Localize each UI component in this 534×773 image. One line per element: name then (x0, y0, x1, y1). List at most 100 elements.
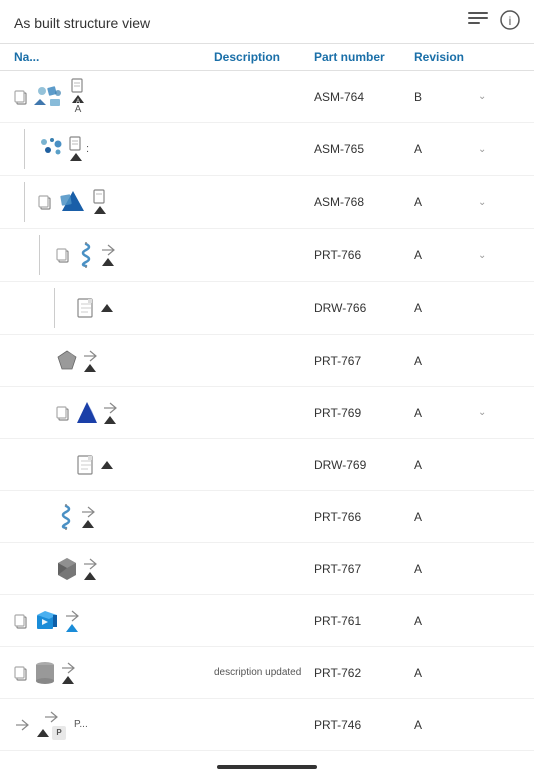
name-cell (14, 660, 214, 686)
header-actions: i (468, 10, 520, 35)
svg-text:i: i (509, 14, 512, 28)
table-row[interactable]: PRT-767 A (0, 335, 534, 387)
triangle-badge (61, 675, 75, 685)
expand-icon[interactable]: ⌄ (478, 91, 486, 102)
triangle-badge (36, 728, 50, 738)
table-row[interactable]: DRW-769 A (0, 439, 534, 491)
triangle-badge (103, 415, 117, 425)
column-headers: Na... Description Part number Revision (0, 44, 534, 71)
triangle-badge (83, 363, 97, 373)
header: As built structure view i (0, 0, 534, 44)
share-icon (82, 557, 98, 571)
triangle-badge (83, 571, 97, 581)
table-row[interactable]: ASM-768 A ⌄ (0, 176, 534, 229)
triangle-badge (100, 460, 114, 470)
copy-icon (14, 665, 30, 681)
menu-icon[interactable] (468, 12, 488, 33)
assembly2-icon (58, 189, 88, 215)
table-row[interactable]: PRT-766 A (0, 491, 534, 543)
name-cell: P P... (14, 710, 214, 740)
revision-cell: A (414, 354, 474, 368)
share-icon (100, 243, 116, 257)
page-title: As built structure view (14, 15, 150, 31)
scatter-icon (38, 136, 66, 162)
name-cell (14, 504, 214, 530)
revision-cell: A (414, 142, 474, 156)
triangle-badge: A (71, 94, 85, 104)
table-row[interactable]: PRT-767 A (0, 543, 534, 595)
copy-icon (56, 405, 72, 421)
part-number-cell: PRT-767 (314, 354, 414, 368)
revision-cell: A (414, 248, 474, 262)
share-icon (60, 661, 76, 675)
col-part-number[interactable]: Part number (314, 50, 414, 64)
bottom-bar (217, 765, 317, 769)
col-revision[interactable]: Revision (414, 50, 494, 64)
expand-icon[interactable]: ⌄ (478, 197, 486, 208)
prism-icon (56, 349, 78, 373)
name-cell (14, 349, 214, 373)
table-row[interactable]: description updated PRT-762 A (0, 647, 534, 699)
part-number-cell: PRT-766 (314, 510, 414, 524)
table-row[interactable]: PRT-761 A (0, 595, 534, 647)
share-icon (80, 505, 96, 519)
triangle-icon (76, 401, 98, 425)
name-cell: : (14, 129, 214, 169)
spring-icon (76, 242, 96, 268)
copy-icon (56, 247, 72, 263)
table-row[interactable]: : ASM-765 A ⌄ (0, 123, 534, 176)
part-number-cell: PRT-767 (314, 562, 414, 576)
name-label: A (75, 104, 82, 115)
name-cell (14, 182, 214, 222)
p-badge: P (52, 726, 66, 740)
triangle-badge (101, 257, 115, 267)
col-name[interactable]: Na... (14, 50, 214, 64)
copy-icon (14, 89, 30, 105)
table-row[interactable]: PRT-766 A ⌄ (0, 229, 534, 282)
revision-cell: B (414, 90, 474, 104)
info-icon[interactable]: i (500, 10, 520, 35)
doc-icon (68, 136, 84, 152)
revision-cell: A (414, 666, 474, 680)
table-row[interactable]: P P... PRT-746 A (0, 699, 534, 751)
triangle-badge-blue (65, 623, 79, 633)
revision-cell: A (414, 301, 474, 315)
revision-cell: A (414, 406, 474, 420)
part-number-cell: PRT-746 (314, 718, 414, 732)
description-cell: description updated (214, 667, 314, 678)
share-icon (64, 609, 80, 623)
part-number-cell: DRW-769 (314, 458, 414, 472)
table-row[interactable]: DRW-766 A (0, 282, 534, 335)
revision-cell: A (414, 195, 474, 209)
table-row[interactable]: A A ASM-764 B ⌄ (0, 71, 534, 123)
drawing-icon (76, 298, 96, 318)
name-cell: A A (14, 78, 214, 115)
expand-icon[interactable]: ⌄ (478, 250, 486, 261)
col-description[interactable]: Description (214, 50, 314, 64)
colon-label: : (86, 143, 89, 155)
part-number-cell: DRW-766 (314, 301, 414, 315)
name-cell (14, 288, 214, 328)
triangle-badge (93, 205, 107, 215)
name-cell (14, 455, 214, 475)
name-cell (14, 401, 214, 425)
part-number-cell: PRT-766 (314, 248, 414, 262)
part-number-cell: PRT-762 (314, 666, 414, 680)
triangle-badge (100, 303, 114, 313)
share-icon (14, 718, 30, 732)
name-cell (14, 557, 214, 581)
drawing-icon (76, 455, 96, 475)
cylinder-icon (34, 660, 56, 686)
expand-icon[interactable]: ⌄ (478, 407, 486, 418)
copy-icon (14, 613, 30, 629)
triangle-badge (69, 152, 83, 162)
revision-cell: A (414, 614, 474, 628)
assembly-icon (34, 83, 66, 111)
triangle-badge (81, 519, 95, 529)
expand-icon[interactable]: ⌄ (478, 144, 486, 155)
table-row[interactable]: PRT-769 A ⌄ (0, 387, 534, 439)
prism-dark-icon (56, 557, 78, 581)
spring-icon (56, 504, 76, 530)
copy-icon (38, 194, 54, 210)
part-name-label: P... (74, 719, 88, 730)
